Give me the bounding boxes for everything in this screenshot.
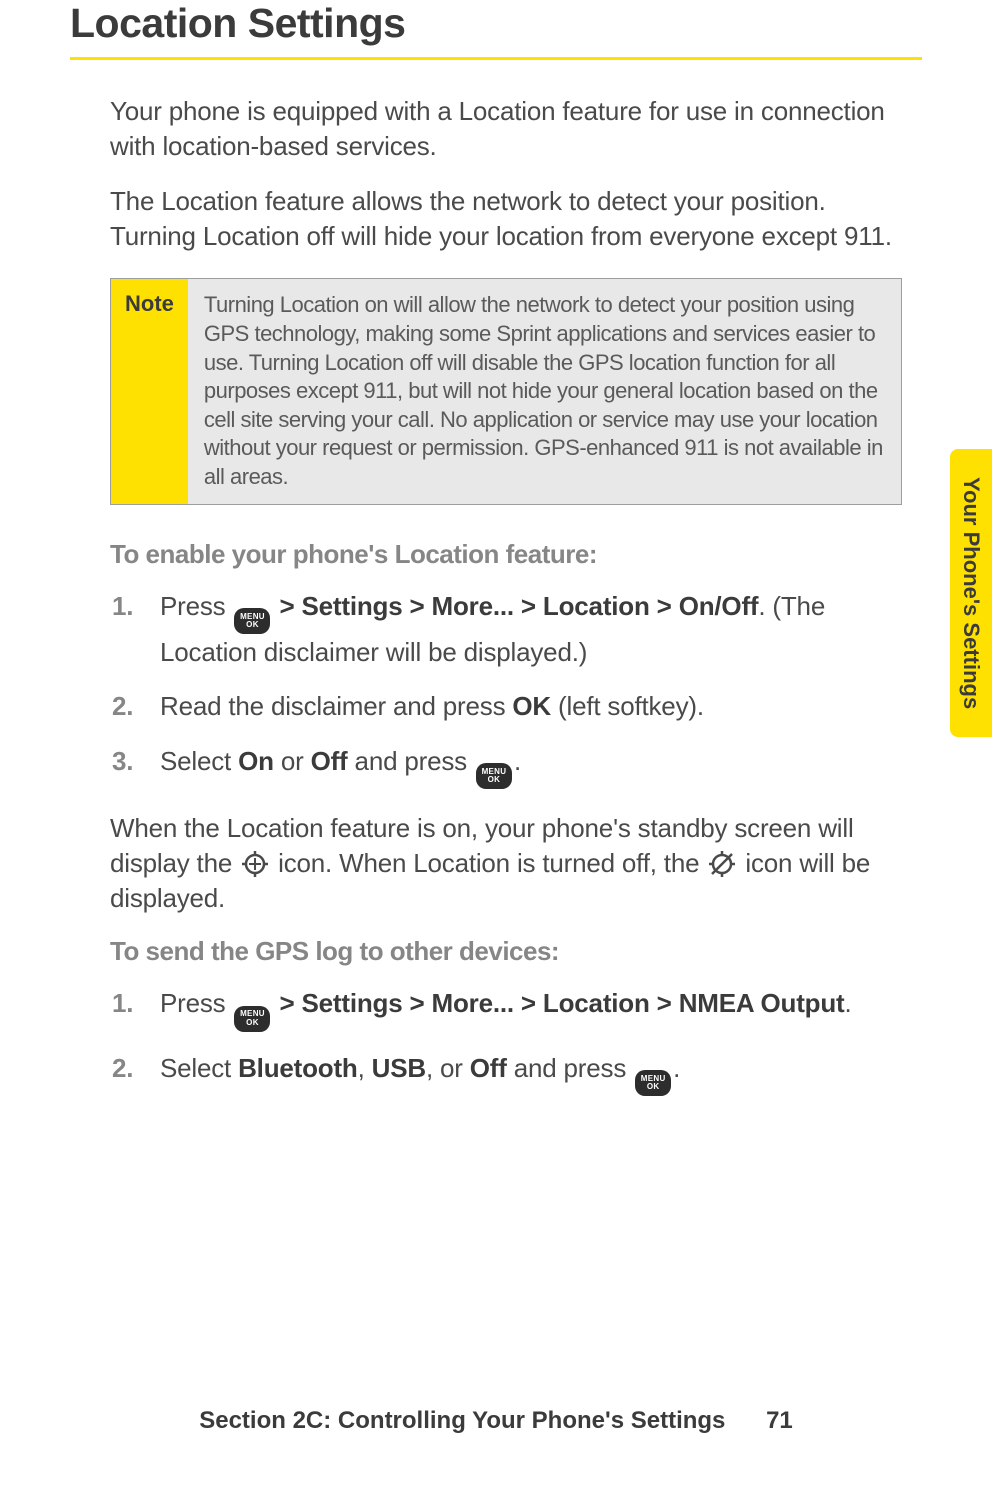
side-tab: Your Phone's Settings [950,449,992,737]
step-text: Press [160,591,232,621]
note-label: Note [111,279,188,503]
intro-paragraph-2: The Location feature allows the network … [110,184,902,254]
step-text: Press [160,988,232,1018]
step-bold: Bluetooth [238,1053,358,1083]
step-text: . [845,988,852,1018]
location-icon-paragraph: When the Location feature is on, your ph… [110,811,902,916]
step-bold: On [238,746,274,776]
page-title: Location Settings [70,0,922,47]
step-text: Select [160,1053,238,1083]
enable-location-steps: Press MENUOK > Settings > More... > Loca… [110,588,902,790]
step-bold: > Settings > More... > Location > On/Off [272,591,758,621]
step-text: (left softkey). [551,691,704,721]
step-1: Press MENUOK > Settings > More... > Loca… [160,588,902,671]
step-text: and press [348,746,474,776]
step-3: Select On or Off and press MENUOK. [160,743,902,789]
manual-page: Location Settings Your phone is equipped… [0,0,992,1485]
note-box: Note Turning Location on will allow the … [110,278,902,504]
step-bold: > Settings > More... > Location > NMEA O… [272,988,844,1018]
location-on-icon [241,850,269,878]
step-bold: USB [372,1053,426,1083]
step-text: . [673,1053,680,1083]
step-bold: OK [512,691,551,721]
gps-log-steps: Press MENUOK > Settings > More... > Loca… [110,985,902,1096]
step-text: and press [507,1053,633,1083]
text: icon. When Location is turned off, the [278,848,706,878]
menu-ok-icon: MENUOK [234,1006,270,1032]
step-bold: Off [311,746,348,776]
step-2: Read the disclaimer and press OK (left s… [160,688,902,724]
side-tab-label: Your Phone's Settings [958,477,984,709]
step-1: Press MENUOK > Settings > More... > Loca… [160,985,902,1031]
note-text: Turning Location on will allow the netwo… [188,279,901,503]
step-text: Read the disclaimer and press [160,691,512,721]
footer-section: Section 2C: Controlling Your Phone's Set… [199,1407,725,1434]
step-text: . [514,746,521,776]
step-2: Select Bluetooth, USB, or Off and press … [160,1050,902,1096]
page-footer: Section 2C: Controlling Your Phone's Set… [0,1407,992,1435]
menu-ok-icon: MENUOK [476,763,512,789]
intro-paragraph-1: Your phone is equipped with a Location f… [110,94,902,164]
menu-ok-icon: MENUOK [635,1070,671,1096]
title-underline [70,57,922,60]
step-bold: Off [470,1053,507,1083]
page-content: Your phone is equipped with a Location f… [70,94,922,1096]
gps-log-heading: To send the GPS log to other devices: [110,936,902,967]
location-off-icon [708,850,736,878]
menu-ok-icon: MENUOK [234,608,270,634]
step-text: Select [160,746,238,776]
page-number: 71 [766,1407,793,1434]
enable-location-heading: To enable your phone's Location feature: [110,539,902,570]
step-text: or [274,746,311,776]
